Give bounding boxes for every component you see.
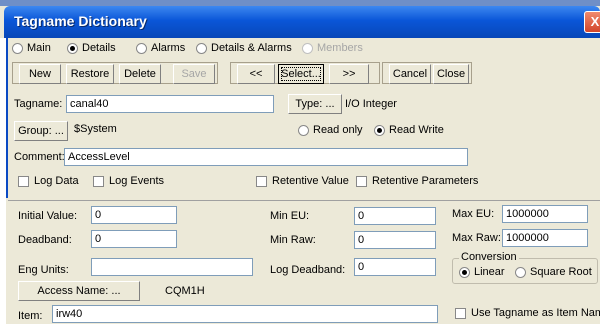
conversion-title: Conversion xyxy=(459,251,519,263)
radio-linear[interactable] xyxy=(459,266,470,278)
radio-read-only[interactable] xyxy=(298,124,309,136)
use-tagname-box[interactable] xyxy=(455,307,466,319)
comment-input[interactable]: AccessLevel xyxy=(64,148,468,166)
cancel-button[interactable]: Cancel xyxy=(389,64,431,84)
group-button[interactable]: Group: ... xyxy=(14,121,68,141)
radio-read-write[interactable] xyxy=(374,124,385,136)
view-members-label: Members xyxy=(317,42,363,54)
read-only-option[interactable]: Read only xyxy=(298,124,363,136)
type-button[interactable]: Type: ... xyxy=(288,94,342,114)
max-raw-input[interactable]: 1000000 xyxy=(502,229,588,247)
radio-members xyxy=(302,42,313,54)
previous-button[interactable]: << xyxy=(237,64,275,84)
retentive-parameters-checkbox[interactable]: Retentive Parameters xyxy=(356,175,478,187)
log-deadband-input[interactable]: 0 xyxy=(354,258,436,276)
view-alarms-option[interactable]: Alarms xyxy=(136,42,185,54)
linear-label: Linear xyxy=(474,266,505,278)
log-deadband-label: Log Deadband: xyxy=(270,264,346,276)
close-icon[interactable]: X xyxy=(584,11,600,33)
delete-button[interactable]: Delete xyxy=(119,64,161,84)
log-data-label: Log Data xyxy=(34,175,79,187)
item-input[interactable]: irw40 xyxy=(52,305,438,323)
read-write-label: Read Write xyxy=(389,124,444,136)
min-eu-input[interactable]: 0 xyxy=(354,207,436,225)
retentive-value-checkbox[interactable]: Retentive Value xyxy=(256,175,349,187)
radio-main[interactable] xyxy=(12,42,23,54)
title-bar[interactable]: Tagname Dictionary X xyxy=(4,6,600,38)
read-write-option[interactable]: Read Write xyxy=(374,124,444,136)
new-button[interactable]: New xyxy=(19,64,61,84)
select-button[interactable]: Select... xyxy=(278,64,324,84)
log-events-label: Log Events xyxy=(109,175,165,187)
view-main-label: Main xyxy=(27,42,51,54)
next-button[interactable]: >> xyxy=(329,64,369,84)
eng-units-input[interactable] xyxy=(91,258,253,276)
access-name-value: CQM1H xyxy=(165,285,205,297)
square-root-label: Square Root xyxy=(530,266,592,278)
view-details-label: Details xyxy=(82,42,116,54)
group-value: $System xyxy=(74,123,117,135)
save-button[interactable]: Save xyxy=(173,64,215,84)
view-members-option: Members xyxy=(302,42,363,54)
comment-label: Comment: xyxy=(14,151,65,163)
close-button[interactable]: Close xyxy=(433,64,469,84)
restore-button[interactable]: Restore xyxy=(66,64,114,84)
toolbar: New Restore Delete Save << Select... >> … xyxy=(12,62,572,84)
window-title: Tagname Dictionary xyxy=(14,13,147,29)
conversion-group: Conversion Linear Square Root xyxy=(452,251,598,284)
min-eu-label: Min EU: xyxy=(270,210,310,222)
view-main-option[interactable]: Main xyxy=(12,42,51,54)
linear-option[interactable]: Linear xyxy=(459,266,505,278)
log-events-box[interactable] xyxy=(93,175,104,187)
log-data-box[interactable] xyxy=(18,175,29,187)
use-tagname-label: Use Tagname as Item Nam xyxy=(471,307,600,319)
min-raw-label: Min Raw: xyxy=(270,234,316,246)
radio-alarms[interactable] xyxy=(136,42,147,54)
type-value: I/O Integer xyxy=(345,98,397,110)
view-alarms-label: Alarms xyxy=(151,42,186,54)
access-name-button[interactable]: Access Name: ... xyxy=(18,281,140,301)
initial-value-label: Initial Value: xyxy=(18,210,78,222)
max-eu-input[interactable]: 1000000 xyxy=(502,205,588,223)
toolbar-group-edit: New Restore Delete Save xyxy=(12,62,218,84)
eng-units-label: Eng Units: xyxy=(18,264,69,276)
retentive-value-box[interactable] xyxy=(256,175,267,187)
radio-square-root[interactable] xyxy=(515,266,526,278)
square-root-option[interactable]: Square Root xyxy=(515,266,592,278)
use-tagname-checkbox[interactable]: Use Tagname as Item Nam xyxy=(455,307,600,319)
tagname-input[interactable]: canal40 xyxy=(66,95,274,113)
retentive-value-label: Retentive Value xyxy=(272,175,349,187)
item-label: Item: xyxy=(18,310,43,322)
deadband-input[interactable]: 0 xyxy=(91,230,177,248)
view-details-alarms-label: Details & Alarms xyxy=(211,42,292,54)
retentive-parameters-box[interactable] xyxy=(356,175,367,187)
view-details-option[interactable]: Details xyxy=(67,42,116,54)
read-only-label: Read only xyxy=(313,124,363,136)
toolbar-group-nav: << Select... >> xyxy=(230,62,380,84)
radio-details-alarms[interactable] xyxy=(196,42,207,54)
max-raw-label: Max Raw: xyxy=(452,232,501,244)
initial-value-input[interactable]: 0 xyxy=(91,206,177,224)
tagname-label: Tagname: xyxy=(14,98,63,110)
max-eu-label: Max EU: xyxy=(452,208,495,220)
retentive-parameters-label: Retentive Parameters xyxy=(372,175,479,187)
toolbar-group-close: Cancel Close xyxy=(382,62,472,84)
radio-details[interactable] xyxy=(67,42,78,54)
view-details-alarms-option[interactable]: Details & Alarms xyxy=(196,42,292,54)
deadband-label: Deadband: xyxy=(18,234,72,246)
log-data-checkbox[interactable]: Log Data xyxy=(18,175,79,187)
log-events-checkbox[interactable]: Log Events xyxy=(93,175,164,187)
min-raw-input[interactable]: 0 xyxy=(354,231,436,249)
